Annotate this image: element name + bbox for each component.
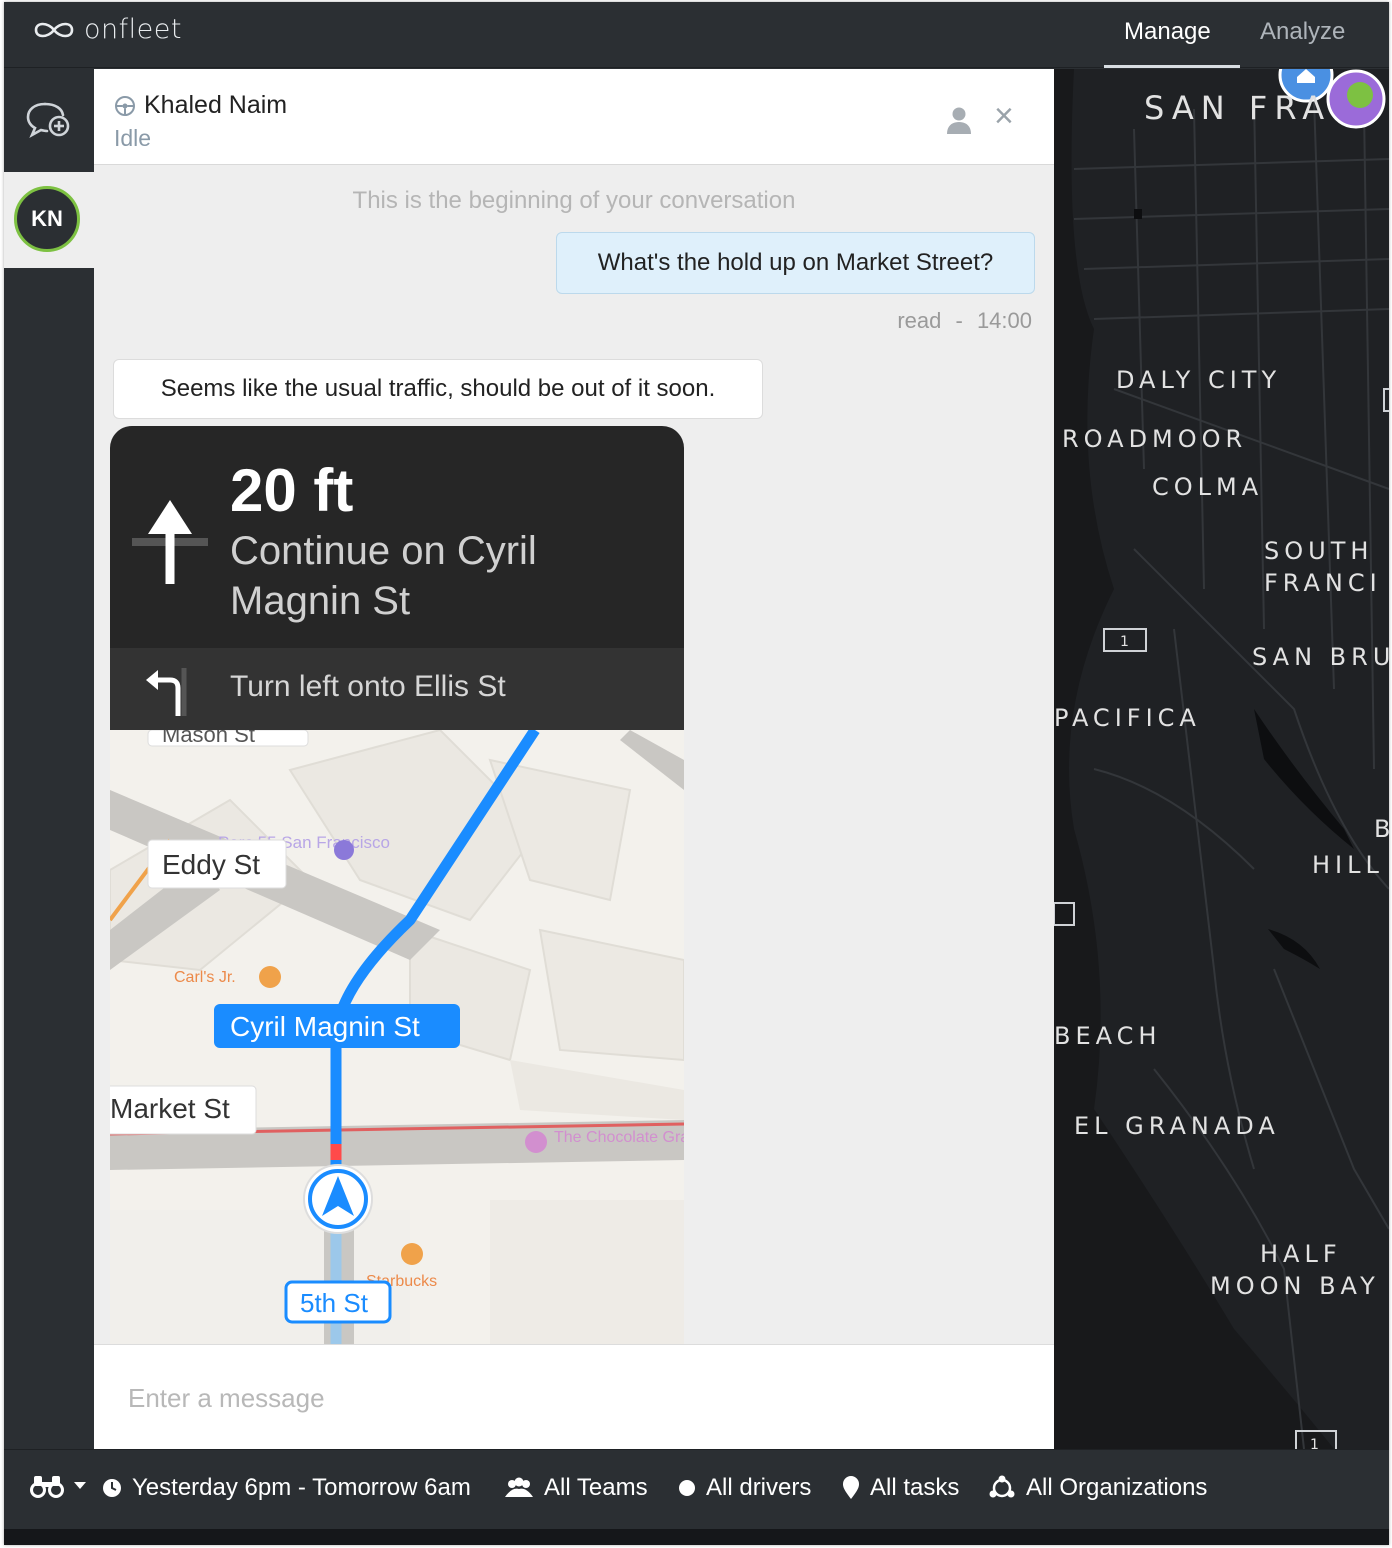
- map-label-hill: HILL: [1312, 851, 1384, 879]
- map-label-colma: COLMA: [1152, 473, 1264, 501]
- map-label-san-bru: SAN BRU: [1252, 643, 1389, 671]
- organizations-icon: [989, 1475, 1015, 1498]
- tasks-filter[interactable]: All tasks: [842, 1474, 959, 1502]
- driver-profile-button[interactable]: [944, 105, 974, 140]
- turn-left-icon: [146, 668, 187, 716]
- teams-filter[interactable]: All Teams: [504, 1474, 648, 1502]
- map-label-el-granada: EL GRANADA: [1074, 1112, 1280, 1140]
- read-receipt: read - 14:00: [794, 308, 1032, 334]
- driver-title: Khaled Naim: [114, 91, 287, 120]
- teams-icon: [505, 1477, 533, 1497]
- map-view[interactable]: 1 1 SAN FRA DALY CITY ROADMOOR COLMA SOU…: [1054, 69, 1389, 1449]
- read-label: read: [897, 308, 942, 333]
- message-composer: [94, 1344, 1054, 1449]
- market-st-label: Market St: [110, 1093, 230, 1124]
- cyril-magnin-label: Cyril Magnin St: [230, 1011, 420, 1042]
- chat-panel: Khaled Naim Idle × This is the beginning…: [94, 69, 1054, 1449]
- avatar: KN: [14, 186, 80, 252]
- map-label-south: SOUTH: [1264, 537, 1374, 565]
- carls-jr-label: Carl's Jr.: [174, 969, 236, 986]
- fifth-st-label: 5th St: [300, 1288, 369, 1318]
- drivers-filter[interactable]: All drivers: [678, 1474, 811, 1502]
- next-instruction-bar: Turn left onto Ellis St: [110, 648, 684, 730]
- map-label-half: HALF: [1260, 1240, 1342, 1268]
- map-label-b: B: [1374, 815, 1389, 843]
- route-shield-1: 1: [1120, 634, 1129, 650]
- driver-dot-icon: [679, 1480, 695, 1496]
- incoming-message-text: Seems like the usual traffic, should be …: [160, 375, 716, 402]
- drivers-label: All drivers: [706, 1474, 812, 1501]
- time-range-filter[interactable]: Yesterday 6pm - Tomorrow 6am: [102, 1474, 471, 1502]
- straight-arrow-icon: [132, 500, 208, 584]
- organizations-filter[interactable]: All Organizations: [988, 1474, 1207, 1502]
- map-pin-icon: [843, 1476, 859, 1499]
- map-label-moon-bay: MOON BAY: [1210, 1272, 1380, 1300]
- binoculars-icon: [30, 1476, 64, 1498]
- instruction: Continue on Cyril Magnin St: [230, 529, 537, 623]
- footer-strip: [4, 1529, 1389, 1545]
- logo[interactable]: onfleet: [32, 14, 182, 45]
- map-label-beach: BEACH: [1054, 1022, 1162, 1050]
- onfleet-app: onfleet Manage Analyze KN Khaled Naim Id…: [4, 2, 1389, 1545]
- organizations-label: All Organizations: [1026, 1474, 1208, 1501]
- conversation-rail: KN: [4, 69, 94, 1449]
- route-shield-1-south: 1: [1310, 1437, 1319, 1449]
- chocolate-grape-label: The Chocolate Grape: [554, 1129, 684, 1146]
- top-bar: onfleet Manage Analyze: [4, 2, 1389, 68]
- map-label-pacifica: PACIFICA: [1054, 704, 1201, 732]
- navigation-banner: 20 ft Continue on Cyril Magnin St: [110, 426, 684, 648]
- eddy-st-label: Eddy St: [162, 849, 260, 880]
- message-time: 14:00: [976, 308, 1032, 333]
- chat-add-icon: [26, 102, 70, 138]
- distance: 20 ft: [230, 457, 354, 524]
- read-separator: -: [955, 308, 963, 333]
- tab-analyze[interactable]: Analyze: [1260, 18, 1345, 46]
- incoming-message: Seems like the usual traffic, should be …: [113, 359, 763, 419]
- close-icon[interactable]: ×: [994, 99, 1014, 133]
- new-conversation-button[interactable]: [4, 69, 94, 171]
- clock-icon: [103, 1479, 121, 1497]
- outgoing-message-text: What's the hold up on Market Street?: [597, 249, 994, 276]
- map-label-roadmoor: ROADMOOR: [1062, 425, 1248, 453]
- map-label-franci: FRANCI: [1264, 569, 1382, 597]
- view-mode-dropdown[interactable]: [30, 1474, 86, 1498]
- conversation-item-kn[interactable]: KN: [4, 172, 94, 268]
- tasks-label: All tasks: [870, 1474, 960, 1501]
- filter-bar: Yesterday 6pm - Tomorrow 6am All Teams A…: [4, 1449, 1389, 1529]
- map-label-san-fra: SAN FRA: [1144, 89, 1332, 127]
- time-range-label: Yesterday 6pm - Tomorrow 6am: [132, 1474, 471, 1501]
- driver-status: Idle: [114, 125, 152, 151]
- navigation-map: Mason St Parc 55 San Francisco Eddy St C…: [110, 730, 684, 1344]
- outgoing-message: What's the hold up on Market Street?: [556, 232, 1035, 294]
- logo-text: onfleet: [84, 14, 182, 45]
- chat-header: Khaled Naim Idle ×: [94, 69, 1054, 165]
- tab-manage[interactable]: Manage: [1124, 18, 1211, 46]
- conversation-start-notice: This is the beginning of your conversati…: [352, 187, 796, 214]
- next-instruction: Turn left onto Ellis St: [230, 670, 506, 703]
- image-attachment[interactable]: 20 ft Continue on Cyril Magnin St Turn l…: [110, 426, 684, 1344]
- chevron-down-icon: [74, 1482, 86, 1489]
- steering-wheel-icon: [115, 95, 135, 116]
- map-label-daly-city: DALY CITY: [1116, 366, 1282, 394]
- active-tab-indicator: [1104, 65, 1240, 68]
- infinity-logo-icon: [34, 22, 74, 37]
- mason-st-label: Mason St: [162, 730, 255, 747]
- person-icon: [947, 107, 971, 134]
- driver-name[interactable]: Khaled Naim: [144, 91, 287, 120]
- teams-label: All Teams: [544, 1474, 648, 1501]
- message-input[interactable]: [128, 1383, 1008, 1414]
